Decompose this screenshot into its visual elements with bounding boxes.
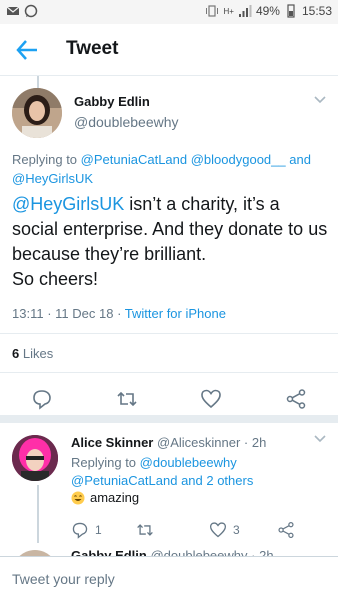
reply-body: amazing [90, 490, 140, 505]
others-link[interactable]: and 2 others [181, 473, 253, 488]
reply-actions: 1 3 [71, 521, 321, 543]
reply-input[interactable] [0, 557, 338, 600]
tweet-time: 13:11 [12, 306, 44, 321]
retweet-icon [137, 524, 153, 536]
mail-icon [6, 6, 20, 15]
mention-link[interactable]: @HeyGirlsUK [12, 194, 124, 214]
next-reply-header: Gabby Edlin @doublebeewhy · 2h [71, 548, 274, 556]
mention-link[interactable]: @bloodygood__ [191, 152, 286, 167]
replying-to-prefix: Replying to [71, 455, 137, 470]
meta-separator: · [251, 548, 256, 556]
battery-percent: 49% [255, 4, 280, 18]
reply-count: 1 [95, 523, 102, 537]
tweet-actions [0, 380, 338, 418]
avatar[interactable] [12, 88, 62, 138]
status-bar: H+ 49% 15:53 [0, 0, 338, 24]
author-handle[interactable]: @doublebeewhy [74, 114, 179, 130]
thread-connector [37, 76, 39, 88]
reply-age: 2h [259, 548, 274, 556]
meta-separator: · [243, 435, 249, 450]
tweet-text: @HeyGirlsUK isn’t a charity, it’s a soci… [12, 192, 330, 292]
meta-separator: · [47, 306, 56, 321]
reply-icon [72, 522, 88, 539]
meta-separator: · [117, 306, 125, 321]
share-action[interactable] [277, 521, 295, 539]
tweet-meta: 13:11 · 11 Dec 18 · Twitter for iPhone [12, 306, 226, 321]
mention-link[interactable]: @HeyGirlsUK [12, 171, 93, 186]
signal-icon [238, 5, 252, 17]
replying-to-prefix: Replying to [12, 152, 78, 167]
author-handle[interactable]: @Aliceskinner [157, 435, 240, 450]
section-separator [0, 415, 338, 423]
tweet-date: 11 Dec 18 [55, 306, 114, 321]
likes-count: 6 [12, 346, 20, 361]
whatsapp-icon [24, 4, 38, 18]
like-icon[interactable] [200, 388, 222, 410]
network-type: H+ [223, 6, 234, 16]
author-name[interactable]: Gabby Edlin [74, 94, 150, 109]
author-name[interactable]: Alice Skinner [71, 435, 153, 450]
chevron-down-icon[interactable] [314, 435, 326, 443]
share-icon [278, 522, 294, 538]
likes-label: Likes [22, 346, 54, 361]
mention-link[interactable]: @PetuniaCatLand [71, 473, 177, 488]
clock: 15:53 [301, 4, 332, 18]
likes-summary[interactable]: 6 Likes [12, 346, 53, 361]
grinning-emoji-icon [71, 491, 85, 504]
app-bar: Tweet [0, 24, 338, 76]
author-name: Gabby Edlin [71, 548, 147, 556]
back-arrow-icon[interactable] [14, 38, 40, 62]
reply-age: 2h [251, 435, 267, 450]
share-icon[interactable] [285, 388, 307, 410]
reply-tweet[interactable]: Alice Skinner @Aliceskinner · 2h Replyin… [0, 423, 338, 543]
vibrate-icon [206, 5, 219, 17]
page-title: Tweet [66, 38, 119, 59]
reply-text: amazing [71, 490, 139, 505]
chevron-down-icon[interactable] [314, 96, 326, 104]
battery-icon [287, 4, 295, 18]
divider [0, 333, 338, 334]
replying-to-and: and [289, 152, 311, 167]
replying-to: Replying to @doublebeewhy @PetuniaCatLan… [71, 454, 321, 490]
reply-header: Alice Skinner @Aliceskinner · 2h [71, 435, 266, 450]
retweet-action[interactable] [136, 521, 160, 539]
tweet-source-link[interactable]: Twitter for iPhone [125, 306, 226, 321]
like-count: 3 [233, 523, 240, 537]
reply-icon[interactable] [31, 388, 53, 410]
thread-connector [37, 485, 39, 543]
avatar[interactable] [12, 435, 58, 481]
mention-link[interactable]: @doublebeewhy [140, 455, 237, 470]
retweet-icon[interactable] [116, 388, 138, 410]
next-reply-peek[interactable]: Gabby Edlin @doublebeewhy · 2h [0, 541, 338, 556]
mention-link[interactable]: @PetuniaCatLand [81, 152, 187, 167]
reply-composer [0, 556, 338, 600]
divider [0, 372, 338, 373]
author-handle: @doublebeewhy [150, 548, 248, 556]
like-action[interactable]: 3 [209, 521, 240, 539]
replying-to: Replying to @PetuniaCatLand @bloodygood_… [12, 150, 330, 188]
like-icon [209, 522, 227, 538]
tweet-body-line2: So cheers! [12, 269, 99, 289]
reply-action[interactable]: 1 [71, 521, 102, 539]
